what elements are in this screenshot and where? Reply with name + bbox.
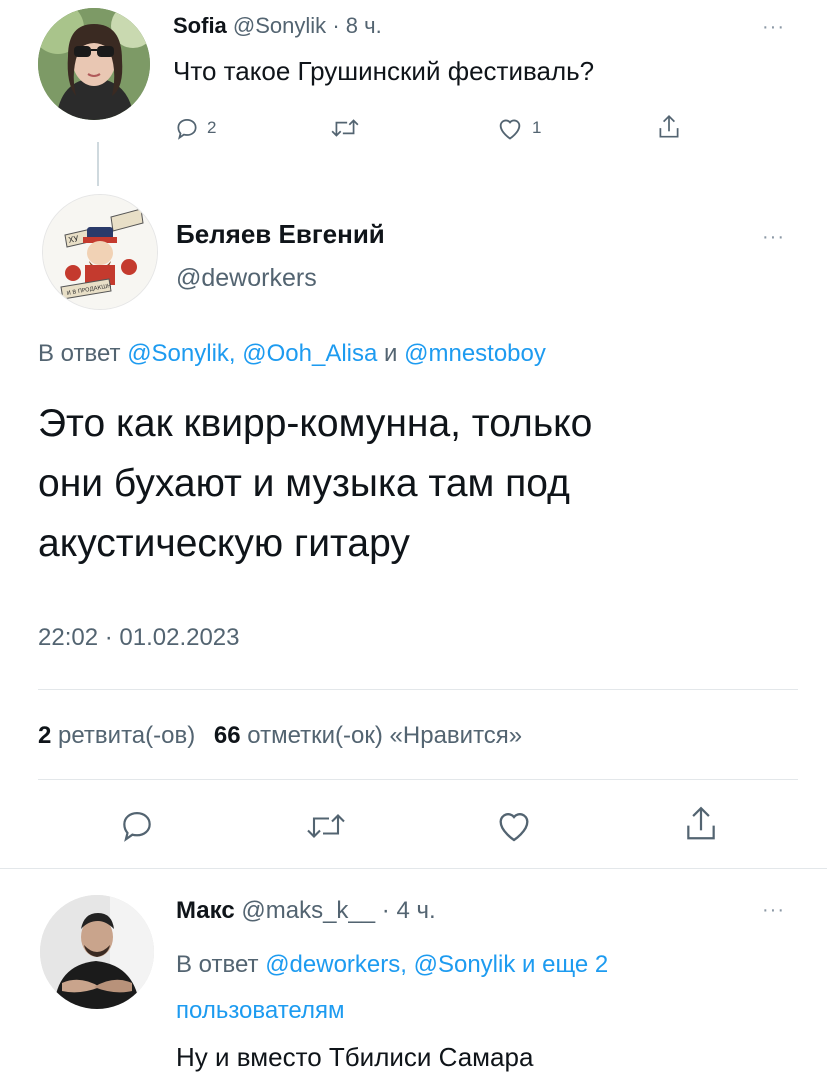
thread-line [97, 142, 99, 186]
tweet-text-line: акустическую гитару [38, 522, 410, 565]
tweet-text: Что такое Грушинский фестиваль? [173, 56, 595, 86]
tweet-time[interactable]: 8 ч. [346, 13, 382, 38]
deworkers-avatar[interactable]: ХУ И В ПРОДАКШН [42, 194, 158, 310]
heart-icon[interactable] [496, 115, 524, 141]
engagement-stats: 2 ретвита(-ов) 66 отметки(-ок) «Нравится… [38, 722, 522, 750]
reply-context: В ответ @deworkers, @Sonylik и еще 2 пол… [176, 942, 806, 1034]
mention-sonylik[interactable]: @Sonylik [414, 951, 516, 978]
author-name[interactable]: Беляев Евгений [176, 219, 385, 250]
tweet-text: Это как квирр-комунна, только они бухают… [38, 394, 592, 574]
likes-count: 66 [213, 722, 241, 749]
reply-more-users[interactable]: и еще 2 [522, 951, 608, 978]
reply-prefix: В ответ [38, 340, 121, 367]
separator: · [381, 897, 390, 924]
more-icon[interactable]: ··· [762, 227, 785, 247]
retweets-count: 2 [38, 722, 52, 749]
sofia-header: Sofia @Sonylik · 8 ч. [173, 13, 382, 39]
maks-header: Макс @maks_k__ · 4 ч. [176, 897, 436, 925]
divider [0, 868, 827, 869]
reply-more-users-line2[interactable]: пользователям [176, 988, 806, 1034]
mention-deworkers[interactable]: @deworkers, [265, 951, 407, 978]
reply-context: В ответ @Sonylik, @Ooh_Alisa и @mnestobo… [38, 340, 546, 368]
reply-prefix: В ответ [176, 951, 259, 978]
author-handle[interactable]: @deworkers [176, 264, 317, 293]
like-count: 1 [532, 118, 542, 137]
tweet-text: Ну и вместо Тбилиси Самара [176, 1042, 534, 1072]
reply-icon[interactable] [118, 806, 156, 844]
tweet-text-line: они бухают и музыка там под [38, 462, 570, 505]
author-handle[interactable]: @Sonylik [233, 13, 326, 38]
tweet-text-line: Это как квирр-комунна, только [38, 402, 593, 445]
mention-sonylik[interactable]: @Sonylik, [127, 340, 235, 367]
maks-avatar[interactable] [40, 895, 154, 1009]
reply-and: и [384, 340, 398, 367]
mention-mnestoboy[interactable]: @mnestoboy [404, 340, 546, 367]
sofia-avatar[interactable] [38, 8, 150, 120]
divider [38, 779, 798, 780]
mention-ooh-alisa[interactable]: @Ooh_Alisa [242, 340, 377, 367]
more-icon[interactable]: ··· [762, 17, 785, 37]
author-name[interactable]: Макс [176, 897, 235, 924]
reply-icon[interactable] [174, 115, 200, 141]
retweets-label: ретвита(-ов) [58, 722, 196, 749]
tweet-timestamp[interactable]: 22:02 · 01.02.2023 [38, 624, 240, 652]
author-handle[interactable]: @maks_k__ [241, 897, 375, 924]
tweet-thread: Sofia @Sonylik · 8 ч. ··· Что такое Груш… [0, 0, 827, 1082]
reply-count: 2 [207, 118, 217, 137]
tweet-time[interactable]: 4 ч. [396, 897, 435, 924]
retweet-icon[interactable] [330, 115, 360, 141]
author-name[interactable]: Sofia [173, 13, 227, 38]
share-icon[interactable] [656, 113, 682, 141]
share-icon[interactable] [682, 803, 720, 845]
more-icon[interactable]: ··· [762, 900, 785, 920]
likes-label: отметки(-ок) «Нравится» [247, 722, 523, 749]
likes-stat[interactable]: 66 отметки(-ок) «Нравится» [214, 722, 522, 749]
retweet-icon[interactable] [305, 808, 347, 844]
separator: · [332, 13, 340, 38]
heart-icon[interactable] [494, 806, 534, 844]
divider [38, 689, 798, 690]
retweets-stat[interactable]: 2 ретвита(-ов) [38, 722, 202, 749]
